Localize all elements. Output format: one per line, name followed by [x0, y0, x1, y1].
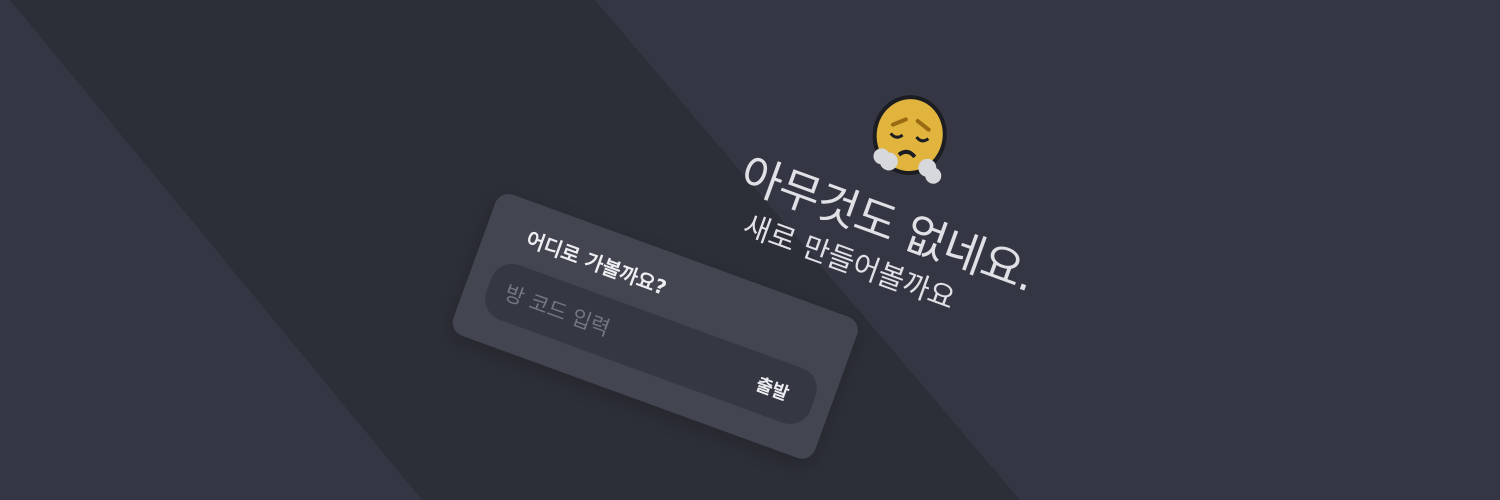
- face-with-steam-icon: [862, 87, 957, 193]
- depart-button[interactable]: 출발: [739, 360, 806, 416]
